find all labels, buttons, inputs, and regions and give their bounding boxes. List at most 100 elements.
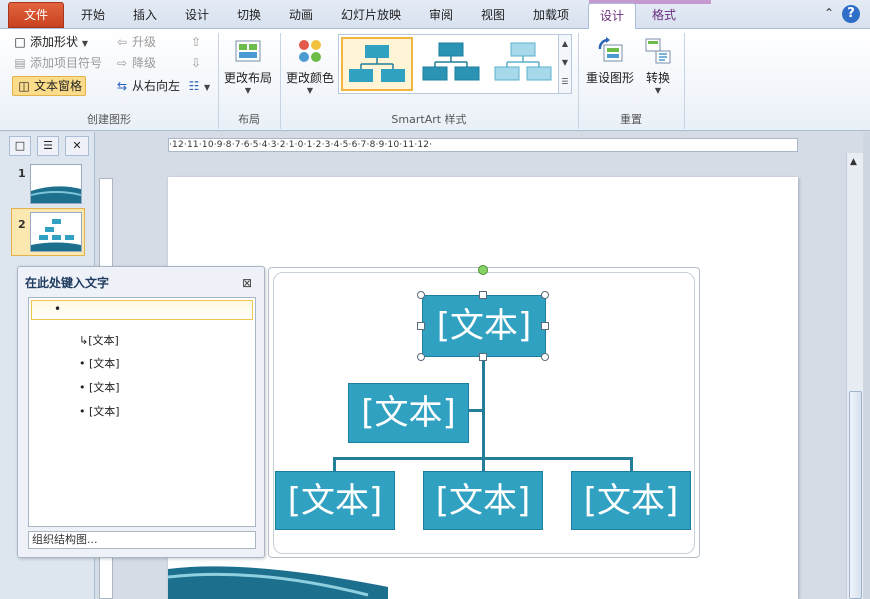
convert-label: 转换 (645, 71, 670, 85)
change-layout-button[interactable]: 更改布局 ▼ (222, 35, 274, 95)
bullet-icon: • (79, 357, 89, 370)
resize-handle-icon[interactable] (479, 291, 487, 299)
list-item[interactable]: ↳[文本] (79, 332, 119, 348)
chevron-down-icon: ▼ (306, 86, 314, 95)
org-node-assistant[interactable]: [文本] (348, 383, 469, 443)
smartart-styles-gallery: ▲ ▼ ☰ (338, 34, 572, 94)
outline-tab-icon[interactable]: ☰ (37, 136, 59, 156)
vertical-scrollbar[interactable]: ▲ (846, 153, 863, 599)
smartart-style-option[interactable] (341, 37, 413, 91)
tab-slideshow[interactable]: 幻灯片放映 (330, 3, 412, 29)
change-colors-button[interactable]: 更改颜色 ▼ (284, 35, 336, 95)
collapse-ribbon-icon[interactable]: ⌃ (824, 6, 834, 20)
convert-button[interactable]: 转换 ▼ (638, 35, 678, 95)
tab-view[interactable]: 视图 (470, 3, 516, 29)
convert-icon (642, 35, 674, 67)
gallery-expand-icon[interactable]: ☰ (558, 73, 571, 93)
reset-graphic-label: 重设图形 (585, 71, 634, 85)
org-node-top[interactable]: [文本] (422, 295, 546, 357)
gallery-scroll-up-icon[interactable]: ▲ (558, 35, 571, 54)
tab-insert[interactable]: 插入 (122, 3, 168, 29)
resize-handle-icon[interactable] (417, 353, 425, 361)
group-label-create: 创建图形 (87, 113, 131, 126)
org-layout-icon: ☷ (188, 79, 200, 93)
slide-number: 1 (18, 167, 26, 180)
promote-button[interactable]: ⇦ 升级 (114, 32, 156, 52)
chevron-down-icon: ▼ (204, 83, 211, 92)
text-pane-button[interactable]: ◫ 文本窗格 (12, 76, 87, 96)
demote-button[interactable]: ⇨ 降级 (114, 53, 156, 73)
scrollbar-thumb[interactable] (849, 391, 862, 599)
resize-handle-icon[interactable] (541, 322, 549, 330)
add-bullet-icon: ▤ (14, 56, 26, 70)
demote-arrow-icon: ⇨ (116, 56, 128, 70)
resize-handle-icon[interactable] (541, 353, 549, 361)
arrow-up-icon: ⇧ (190, 35, 202, 49)
tab-file[interactable]: 文件 (8, 2, 64, 28)
demote-label: 降级 (132, 56, 157, 70)
color-palette-icon (294, 35, 326, 67)
slide-thumbnail-2[interactable] (30, 212, 82, 252)
tab-review[interactable]: 审阅 (418, 3, 464, 29)
list-item-text: [文本] (89, 357, 120, 370)
resize-handle-icon[interactable] (479, 353, 487, 361)
scroll-up-icon[interactable]: ▲ (850, 157, 857, 167)
group-label-layout: 布局 (238, 113, 260, 126)
connector-line (482, 356, 485, 460)
connector-line (482, 457, 485, 471)
list-item[interactable]: • [文本] (79, 403, 120, 419)
change-layout-label: 更改布局 (223, 71, 272, 85)
reset-graphic-button[interactable]: 重设图形 (582, 35, 638, 86)
smartart-style-option[interactable] (417, 37, 489, 91)
add-shape-label: 添加形状 (30, 35, 79, 49)
connector-line (333, 457, 336, 471)
tab-smartart-design[interactable]: 设计 (588, 3, 636, 30)
text-pane-list[interactable]: • ↳[文本] • [文本] • [文本] • [文本] (28, 297, 256, 527)
right-to-left-button[interactable]: ⇆ 从右向左 (114, 76, 180, 96)
move-up-button[interactable]: ⇧ (188, 32, 206, 52)
org-node-child-2[interactable]: [文本] (423, 471, 543, 530)
text-pane-label: 文本窗格 (34, 79, 83, 93)
slide-thumbnail-1[interactable] (30, 164, 82, 204)
promote-arrow-icon: ⇦ (116, 35, 128, 49)
resize-handle-icon[interactable] (417, 291, 425, 299)
close-panel-icon[interactable]: ✕ (65, 136, 89, 156)
text-pane-footer-link[interactable]: 组织结构图... (28, 531, 256, 549)
org-node-child-1[interactable]: [文本] (275, 471, 395, 530)
slides-tab-icon[interactable]: □ (9, 136, 31, 156)
tab-addins[interactable]: 加载项 (522, 3, 580, 29)
text-pane-item-active[interactable]: • (31, 300, 253, 320)
resize-handle-icon[interactable] (417, 322, 425, 330)
gallery-scroll-down-icon[interactable]: ▼ (558, 54, 571, 73)
smartart-style-option[interactable] (489, 37, 561, 91)
right-to-left-label: 从右向左 (132, 79, 181, 93)
add-bullet-button[interactable]: ▤ 添加项目符号 (12, 53, 102, 73)
resize-handle-icon[interactable] (541, 291, 549, 299)
add-bullet-label: 添加项目符号 (30, 56, 103, 70)
group-label-styles: SmartArt 样式 (391, 113, 467, 126)
move-down-button[interactable]: ⇩ (188, 53, 206, 73)
smartart-text-pane: 在此处键入文字 ⊠ • ↳[文本] • [文本] • [文本] • [文本] 组… (17, 266, 265, 558)
chevron-down-icon: ▼ (81, 39, 88, 48)
tab-transitions[interactable]: 切换 (226, 3, 272, 29)
list-item[interactable]: • [文本] (79, 355, 120, 371)
horizontal-ruler: ·12·11·10·9·8·7·6·5·4·3·2·1·0·1·2·3·4·5·… (168, 138, 798, 152)
layout-options-button[interactable]: ☷ ▼ (186, 76, 211, 96)
tab-design-main[interactable]: 设计 (174, 3, 220, 29)
add-shape-button[interactable]: □ 添加形状 ▼ (12, 32, 88, 52)
tab-animations[interactable]: 动画 (278, 3, 324, 29)
promote-label: 升级 (132, 35, 157, 49)
panel-tabs: □ ☰ ✕ (9, 136, 91, 156)
connector-line (469, 409, 483, 412)
org-node-child-3[interactable]: [文本] (571, 471, 691, 530)
help-icon[interactable]: ? (842, 5, 860, 23)
assistant-arrow-icon: ↳ (79, 334, 89, 347)
tab-home[interactable]: 开始 (70, 3, 116, 29)
close-icon[interactable]: ⊠ (242, 276, 252, 290)
tab-smartart-format[interactable]: 格式 (640, 3, 688, 29)
reset-graphic-icon (594, 35, 626, 67)
rotate-handle-icon[interactable] (478, 265, 488, 275)
list-item[interactable]: • [文本] (79, 379, 120, 395)
list-item-text: [文本] (88, 334, 119, 347)
connector-line (630, 457, 633, 471)
